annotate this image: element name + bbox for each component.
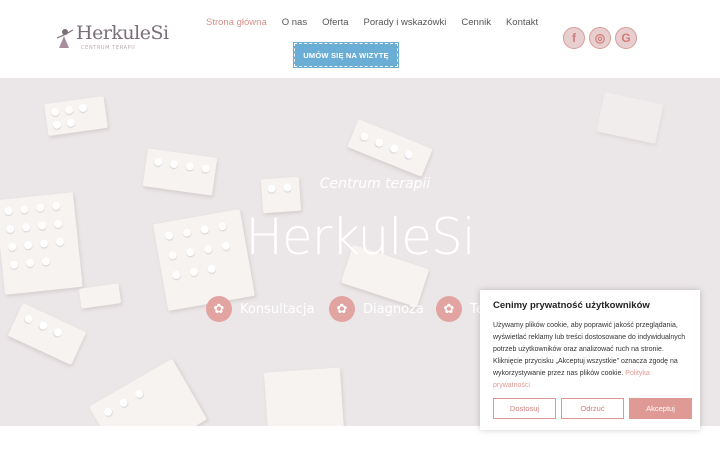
lego-brick-image [78, 283, 122, 309]
reject-button[interactable]: Odrzuć [561, 398, 624, 419]
lego-brick-image [7, 302, 87, 366]
cookie-body: Używamy plików cookie, aby poprawić jako… [493, 322, 686, 377]
logo-name: HerkuleSi [76, 22, 169, 44]
instagram-icon[interactable]: ◎ [589, 27, 611, 49]
service-label: Konsultacja [240, 301, 315, 317]
cookie-buttons: Dostosuj Odrzuć Akceptuj [493, 398, 692, 419]
lego-plate-image [0, 192, 83, 295]
lego-window-image [263, 367, 345, 426]
service-therapy[interactable]: ✿ Te [436, 296, 484, 322]
flower-icon: ✿ [329, 296, 355, 322]
customize-button[interactable]: Dostosuj [493, 398, 556, 419]
cookie-text: Używamy plików cookie, aby poprawić jako… [493, 320, 687, 392]
lego-brick-image [347, 119, 433, 177]
lego-brick-image [596, 92, 664, 144]
nav-item-contact[interactable]: Kontakt [506, 17, 538, 28]
google-icon[interactable]: G [615, 27, 637, 49]
flower-icon: ✿ [436, 296, 462, 322]
main-nav: Strona główna O nas Oferta Porady i wska… [206, 17, 553, 28]
lego-brick-image [142, 148, 218, 196]
lego-plate-image [88, 358, 208, 426]
nav-item-tips[interactable]: Porady i wskazówki [364, 17, 447, 28]
accept-button[interactable]: Akceptuj [629, 398, 692, 419]
page: HerkuleSi CENTRUM TERAPII Strona główna … [0, 0, 720, 450]
logo-tagline: CENTRUM TERAPII [81, 45, 136, 51]
service-diagnosis[interactable]: ✿ Diagnoza [329, 296, 424, 322]
cookie-title: Cenimy prywatność użytkowników [493, 300, 650, 311]
lego-brick-image [44, 95, 108, 137]
hero-subtitle: Centrum terapii [319, 176, 431, 192]
service-consultation[interactable]: ✿ Konsultacja [206, 296, 314, 322]
book-visit-button[interactable]: UMÓW SIĘ NA WIZYTĘ [293, 42, 399, 68]
nav-item-about[interactable]: O nas [282, 17, 307, 28]
facebook-icon[interactable]: f [563, 27, 585, 49]
logo-figure-icon [56, 29, 74, 48]
cookie-consent-dialog: Cenimy prywatność użytkowników Używamy p… [480, 290, 700, 430]
nav-item-pricing[interactable]: Cennik [461, 17, 491, 28]
nav-item-home[interactable]: Strona główna [206, 17, 267, 28]
flower-icon: ✿ [206, 296, 232, 322]
nav-item-offer[interactable]: Oferta [322, 17, 348, 28]
hero-title: HerkuleSi [245, 208, 475, 266]
service-label: Diagnoza [363, 301, 424, 317]
site-header: HerkuleSi CENTRUM TERAPII Strona główna … [0, 0, 720, 78]
logo[interactable]: HerkuleSi CENTRUM TERAPII [55, 22, 169, 54]
